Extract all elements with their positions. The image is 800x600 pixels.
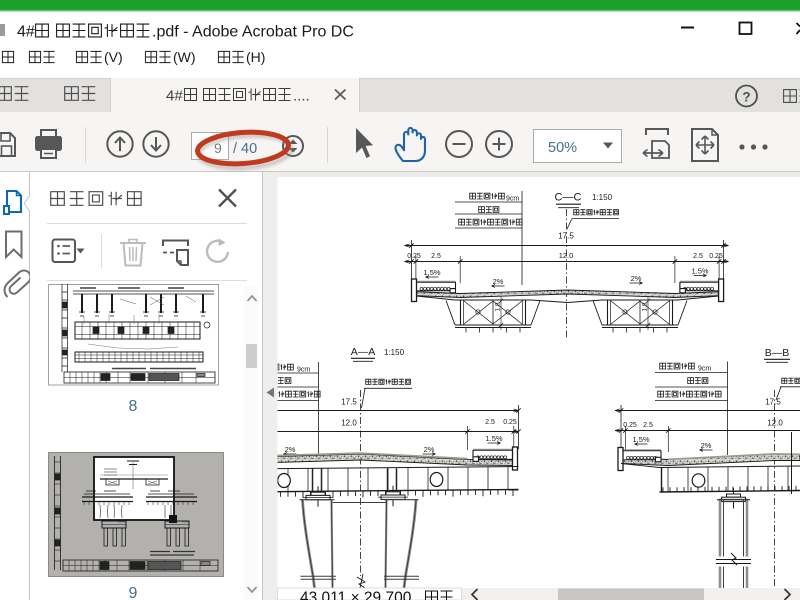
svg-text:0.25: 0.25 — [623, 422, 637, 429]
svg-text:43.011 × 29.700: 43.011 × 29.700 — [300, 590, 412, 600]
svg-text:2.5: 2.5 — [693, 253, 703, 260]
svg-text:17.5: 17.5 — [558, 232, 574, 241]
svg-text:2%: 2% — [424, 445, 435, 454]
svg-text:C—C: C—C — [555, 192, 582, 204]
svg-text:1.5%: 1.5% — [485, 434, 502, 443]
svg-text:2%: 2% — [631, 274, 642, 283]
svg-text:(W): (W) — [173, 49, 196, 65]
svg-text:0.25: 0.25 — [503, 419, 517, 426]
svg-text:12.0: 12.0 — [559, 251, 574, 260]
svg-text:4#: 4# — [166, 88, 183, 105]
svg-text:.pdf - Adobe Acrobat Pro DC: .pdf - Adobe Acrobat Pro DC — [152, 24, 354, 41]
svg-text:2.5: 2.5 — [485, 419, 495, 426]
svg-text:....: .... — [293, 88, 310, 105]
svg-text:8: 8 — [129, 398, 138, 415]
svg-text:2.5: 2.5 — [431, 253, 441, 260]
svg-text:(H): (H) — [246, 49, 265, 65]
svg-text:1.5%: 1.5% — [632, 435, 649, 444]
svg-text:9: 9 — [129, 585, 138, 600]
svg-text:B—B: B—B — [765, 347, 790, 359]
svg-text:17.5: 17.5 — [765, 398, 781, 407]
svg-text:A—A: A—A — [351, 346, 376, 358]
svg-text:9cm: 9cm — [698, 366, 711, 373]
svg-text:1.5%: 1.5% — [691, 267, 708, 276]
svg-text:0.25: 0.25 — [407, 253, 421, 260]
svg-text:9cm: 9cm — [297, 367, 310, 374]
svg-text:4#: 4# — [17, 24, 35, 41]
svg-text:1:150: 1:150 — [592, 193, 613, 202]
svg-text:?: ? — [742, 90, 750, 105]
svg-text:1:150: 1:150 — [384, 348, 405, 357]
svg-text:2.5: 2.5 — [643, 422, 653, 429]
svg-text:1.5%: 1.5% — [423, 268, 440, 277]
svg-text:9cm: 9cm — [506, 196, 519, 203]
svg-text:1.8: 1.8 — [495, 302, 502, 311]
svg-text:0.25: 0.25 — [709, 253, 723, 260]
svg-text:1.8: 1.8 — [642, 302, 649, 311]
svg-text:50%: 50% — [548, 140, 577, 156]
svg-text:17.5: 17.5 — [341, 398, 357, 407]
svg-text:/ 40: / 40 — [233, 141, 257, 157]
svg-text:12.0: 12.0 — [341, 419, 357, 428]
svg-text:12.0: 12.0 — [767, 419, 783, 428]
svg-text:(V): (V) — [104, 49, 123, 65]
